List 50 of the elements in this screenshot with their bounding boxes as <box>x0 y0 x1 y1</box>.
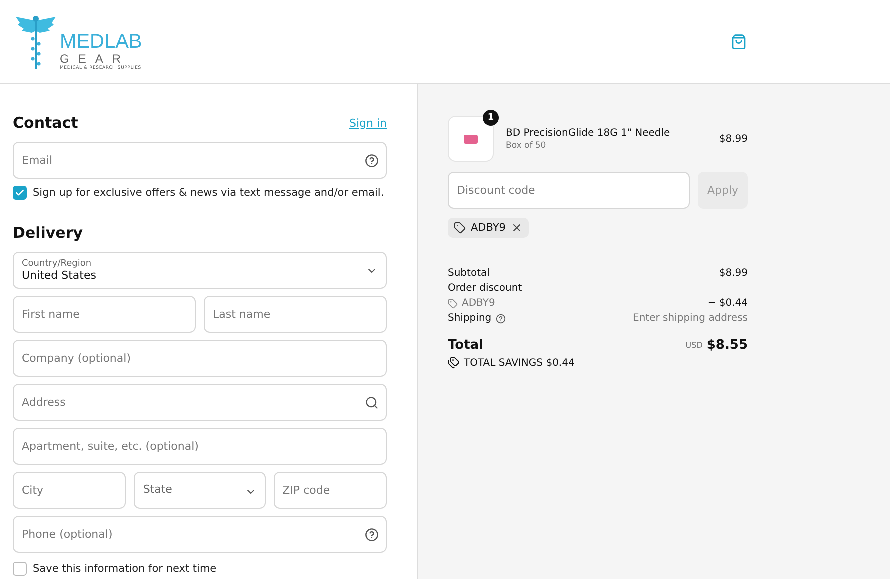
checkbox-label: Save this information for next time <box>33 563 217 575</box>
help-icon[interactable] <box>365 528 379 542</box>
summary-label: Shipping <box>448 313 492 324</box>
help-icon[interactable] <box>496 314 506 324</box>
total-label: Total <box>448 338 484 353</box>
checkbox[interactable] <box>13 562 27 576</box>
currency-code: USD <box>686 341 703 350</box>
shopping-bag-icon[interactable] <box>731 34 747 50</box>
section-heading: Contact <box>13 114 78 132</box>
input-field[interactable]: Email <box>13 142 387 179</box>
product-price: $8.99 <box>719 134 748 144</box>
summary-label: Order discount <box>448 283 522 294</box>
quantity-badge: 1 <box>483 110 499 126</box>
input-field[interactable]: First name <box>13 296 196 333</box>
field-label: Country/Region <box>22 259 93 269</box>
help-icon[interactable] <box>365 154 379 168</box>
summary-value: − $0.44 <box>708 298 748 309</box>
country-select[interactable]: Country/Region United States <box>13 252 387 289</box>
summary-value: Enter shipping address <box>633 313 748 324</box>
input-field[interactable]: Apartment, suite, etc. (optional) <box>13 428 387 465</box>
tags-icon <box>448 357 460 369</box>
discount-code: ADBY9 <box>471 222 506 234</box>
sign-in-link[interactable]: Sign in <box>349 116 387 130</box>
checkbox-label: Sign up for exclusive offers & news via text message and/or email. <box>33 187 384 199</box>
input-field[interactable]: Last name <box>204 296 387 333</box>
input-field[interactable]: Address <box>13 384 387 421</box>
discount-code: ADBY9 <box>462 298 496 309</box>
input-field[interactable]: Discount code <box>448 172 690 209</box>
product-variant: Box of 50 <box>506 140 548 150</box>
logo-wordmark: MEDLAB <box>60 32 142 52</box>
search-icon[interactable] <box>365 396 379 410</box>
input-field[interactable]: ZIP code <box>274 472 387 509</box>
logo-wordmark: GEAR <box>60 52 132 66</box>
tag-icon <box>454 222 466 234</box>
remove-icon[interactable] <box>511 222 523 234</box>
input-field[interactable]: Company (optional) <box>13 340 387 377</box>
product-name: BD PrecisionGlide 18G 1" Needle <box>506 128 672 138</box>
input-field[interactable]: City <box>13 472 126 509</box>
savings-text: TOTAL SAVINGS $0.44 <box>464 358 575 368</box>
tag-icon <box>448 298 458 308</box>
total-amount: $8.55 <box>706 338 748 353</box>
summary-value: $8.99 <box>719 268 748 279</box>
state-select[interactable]: State <box>134 472 266 509</box>
field-value: United States <box>22 269 98 282</box>
product-box-icon <box>464 134 478 144</box>
input-field[interactable]: Phone (optional) <box>13 516 387 553</box>
summary-label: Subtotal <box>448 268 490 279</box>
section-heading: Delivery <box>13 224 84 242</box>
checkbox[interactable] <box>13 186 27 200</box>
checkmark-icon <box>15 188 25 198</box>
